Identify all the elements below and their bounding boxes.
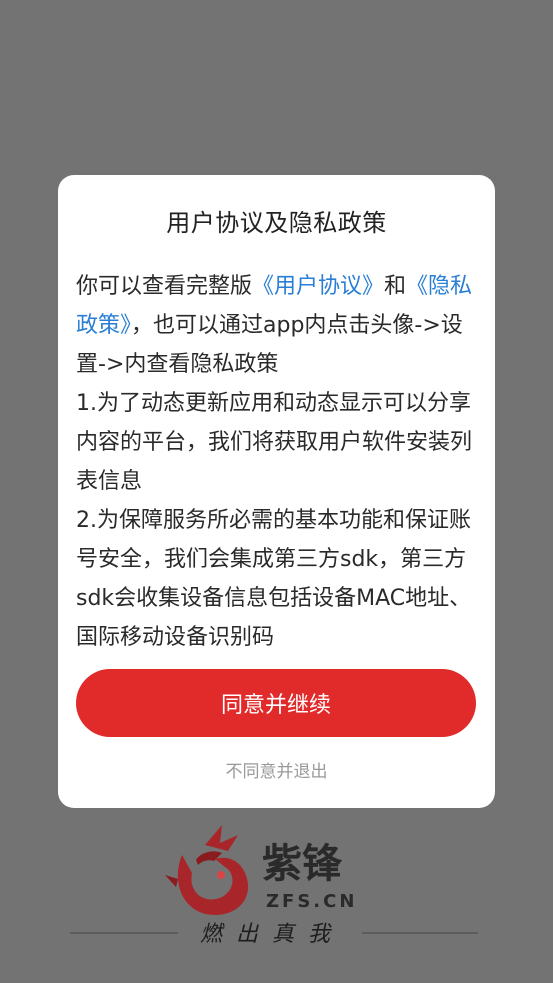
dragon-logo-icon	[165, 825, 249, 915]
dialog-title: 用户协议及隐私政策	[166, 209, 387, 237]
agree-button[interactable]: 同意并继续	[76, 669, 476, 737]
policy-item-1: 1.为了动态更新应用和动态显示可以分享内容的平台，我们将获取用户软件安装列表信息	[76, 391, 473, 494]
policy-item-2: 2.为保障服务所必需的基本功能和保证账号安全，我们会集成第三方sdk，第三方sd…	[76, 508, 472, 650]
dialog-body[interactable]: 你可以查看完整版《用户协议》和《隐私政策》，也可以通过app内点击头像->设置-…	[76, 267, 478, 655]
brand-name: 紫锋	[262, 841, 343, 887]
intro-paragraph: 你可以查看完整版《用户协议》和《隐私政策》，也可以通过app内点击头像->设置-…	[76, 267, 478, 384]
intro-suffix: ，也可以通过app内点击头像->设置->内查看隐私政策	[76, 313, 463, 377]
disagree-button[interactable]: 不同意并退出	[58, 757, 495, 782]
intro-and: 和	[384, 274, 407, 299]
brand-footer: 紫锋 ZFS.CN 燃出真我	[0, 815, 553, 983]
screen: 用户协议及隐私政策 你可以查看完整版《用户协议》和《隐私政策》，也可以通过app…	[0, 0, 553, 983]
privacy-dialog: 用户协议及隐私政策 你可以查看完整版《用户协议》和《隐私政策》，也可以通过app…	[58, 175, 495, 808]
brand-logo: 紫锋 ZFS.CN 燃出真我	[70, 825, 478, 947]
intro-prefix: 你可以查看完整版	[76, 274, 253, 299]
brand-slogan: 燃出真我	[200, 922, 344, 947]
brand-domain: ZFS.CN	[266, 891, 357, 912]
user-agreement-link[interactable]: 《用户协议》	[252, 274, 384, 299]
